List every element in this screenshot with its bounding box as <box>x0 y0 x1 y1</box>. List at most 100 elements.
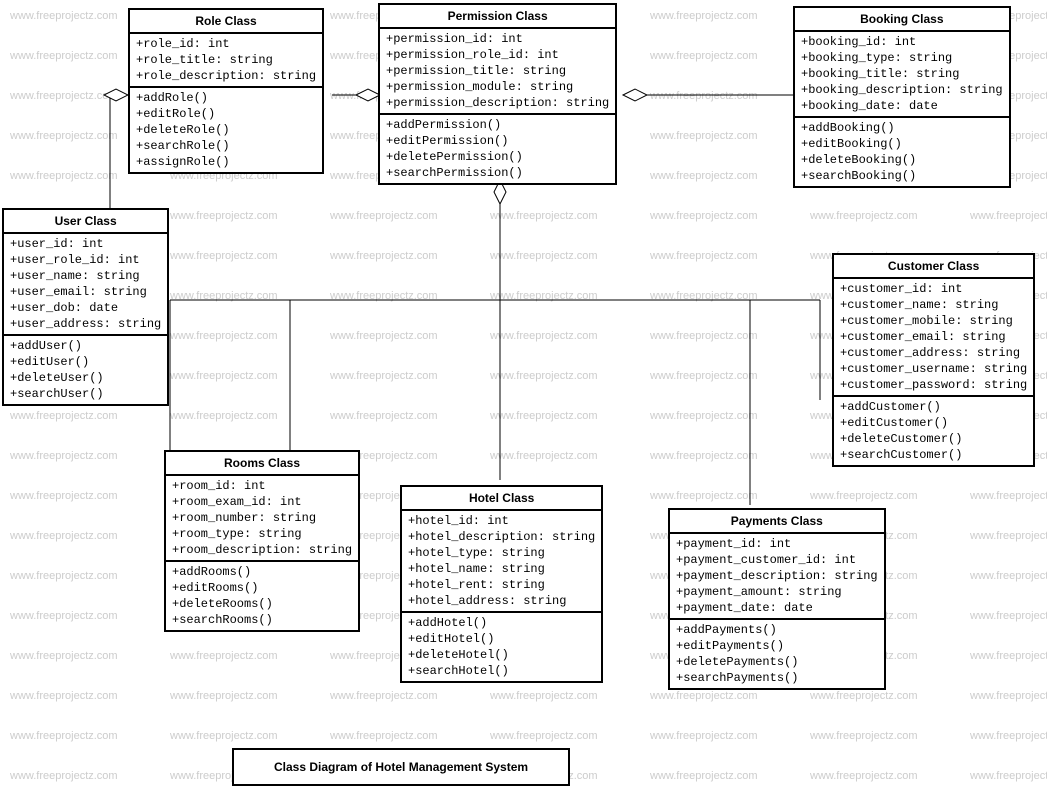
watermark: www.freeprojectz.com <box>170 650 278 662</box>
class-meths: +addPayments()+editPayments()+deletePaym… <box>670 620 884 688</box>
watermark: www.freeprojectz.com <box>10 170 118 182</box>
watermark: www.freeprojectz.com <box>490 210 598 222</box>
watermark: www.freeprojectz.com <box>170 210 278 222</box>
watermark: www.freeprojectz.com <box>10 610 118 622</box>
watermark: www.freeprojectz.com <box>970 210 1047 222</box>
watermark: www.freeprojectz.com <box>970 690 1047 702</box>
class-meths: +addHotel()+editHotel()+deleteHotel()+se… <box>402 613 601 681</box>
watermark: www.freeprojectz.com <box>10 530 118 542</box>
watermark: www.freeprojectz.com <box>10 130 118 142</box>
watermark: www.freeprojectz.com <box>170 730 278 742</box>
watermark: www.freeprojectz.com <box>970 730 1047 742</box>
watermark: www.freeprojectz.com <box>10 450 118 462</box>
watermark: www.freeprojectz.com <box>970 490 1047 502</box>
class-title: Rooms Class <box>166 452 358 476</box>
watermark: www.freeprojectz.com <box>650 90 758 102</box>
watermark: www.freeprojectz.com <box>490 730 598 742</box>
watermark: www.freeprojectz.com <box>490 410 598 422</box>
class-attrs: +user_id: int+user_role_id: int+user_nam… <box>4 234 167 336</box>
class-meths: +addCustomer()+editCustomer()+deleteCust… <box>834 397 1033 465</box>
watermark: www.freeprojectz.com <box>970 570 1047 582</box>
class-customer: Customer Class +customer_id: int+custome… <box>832 253 1035 467</box>
watermark: www.freeprojectz.com <box>10 490 118 502</box>
watermark: www.freeprojectz.com <box>650 210 758 222</box>
class-meths: +addPermission()+editPermission()+delete… <box>380 115 615 183</box>
watermark: www.freeprojectz.com <box>490 690 598 702</box>
watermark: www.freeprojectz.com <box>330 210 438 222</box>
class-title: Role Class <box>130 10 322 34</box>
watermark: www.freeprojectz.com <box>650 770 758 782</box>
watermark: www.freeprojectz.com <box>330 250 438 262</box>
watermark: www.freeprojectz.com <box>170 330 278 342</box>
watermark: www.freeprojectz.com <box>970 610 1047 622</box>
watermark: www.freeprojectz.com <box>650 10 758 22</box>
class-title: User Class <box>4 210 167 234</box>
class-title: Permission Class <box>380 5 615 29</box>
watermark: www.freeprojectz.com <box>490 290 598 302</box>
watermark: www.freeprojectz.com <box>10 650 118 662</box>
watermark: www.freeprojectz.com <box>330 370 438 382</box>
class-booking: Booking Class +booking_id: int+booking_t… <box>793 6 1011 188</box>
class-attrs: +hotel_id: int+hotel_description: string… <box>402 511 601 613</box>
class-attrs: +customer_id: int+customer_name: string+… <box>834 279 1033 397</box>
watermark: www.freeprojectz.com <box>650 690 758 702</box>
watermark: www.freeprojectz.com <box>810 490 918 502</box>
class-user: User Class +user_id: int+user_role_id: i… <box>2 208 169 406</box>
watermark: www.freeprojectz.com <box>330 410 438 422</box>
class-meths: +addBooking()+editBooking()+deleteBookin… <box>795 118 1009 186</box>
watermark: www.freeprojectz.com <box>970 770 1047 782</box>
watermark: www.freeprojectz.com <box>810 210 918 222</box>
watermark: www.freeprojectz.com <box>330 730 438 742</box>
class-title: Booking Class <box>795 8 1009 32</box>
class-attrs: +booking_id: int+booking_type: string+bo… <box>795 32 1009 118</box>
diagram-title: Class Diagram of Hotel Management System <box>232 748 570 786</box>
watermark: www.freeprojectz.com <box>490 250 598 262</box>
watermark: www.freeprojectz.com <box>10 90 118 102</box>
watermark: www.freeprojectz.com <box>10 10 118 22</box>
watermark: www.freeprojectz.com <box>650 50 758 62</box>
watermark: www.freeprojectz.com <box>10 770 118 782</box>
watermark: www.freeprojectz.com <box>810 730 918 742</box>
class-hotel: Hotel Class +hotel_id: int+hotel_descrip… <box>400 485 603 683</box>
watermark: www.freeprojectz.com <box>330 690 438 702</box>
watermark: www.freeprojectz.com <box>10 410 118 422</box>
watermark: www.freeprojectz.com <box>650 290 758 302</box>
watermark: www.freeprojectz.com <box>810 770 918 782</box>
class-meths: +addRooms()+editRooms()+deleteRooms()+se… <box>166 562 358 630</box>
watermark: www.freeprojectz.com <box>490 330 598 342</box>
watermark: www.freeprojectz.com <box>490 450 598 462</box>
class-attrs: +payment_id: int+payment_customer_id: in… <box>670 534 884 620</box>
class-role: Role Class +role_id: int+role_title: str… <box>128 8 324 174</box>
watermark: www.freeprojectz.com <box>650 250 758 262</box>
watermark: www.freeprojectz.com <box>10 570 118 582</box>
watermark: www.freeprojectz.com <box>650 170 758 182</box>
watermark: www.freeprojectz.com <box>170 290 278 302</box>
class-attrs: +permission_id: int+permission_role_id: … <box>380 29 615 115</box>
watermark: www.freeprojectz.com <box>970 650 1047 662</box>
watermark: www.freeprojectz.com <box>490 370 598 382</box>
class-payments: Payments Class +payment_id: int+payment_… <box>668 508 886 690</box>
watermark: www.freeprojectz.com <box>10 50 118 62</box>
watermark: www.freeprojectz.com <box>650 730 758 742</box>
class-attrs: +role_id: int+role_title: string+role_de… <box>130 34 322 88</box>
watermark: www.freeprojectz.com <box>970 530 1047 542</box>
watermark: www.freeprojectz.com <box>650 410 758 422</box>
class-permission: Permission Class +permission_id: int+per… <box>378 3 617 185</box>
class-title: Hotel Class <box>402 487 601 511</box>
watermark: www.freeprojectz.com <box>650 330 758 342</box>
watermark: www.freeprojectz.com <box>330 290 438 302</box>
watermark: www.freeprojectz.com <box>650 130 758 142</box>
watermark: www.freeprojectz.com <box>650 490 758 502</box>
watermark: www.freeprojectz.com <box>10 690 118 702</box>
watermark: www.freeprojectz.com <box>170 250 278 262</box>
watermark: www.freeprojectz.com <box>170 690 278 702</box>
watermark: www.freeprojectz.com <box>170 370 278 382</box>
diagram-canvas: Role Class +role_id: int+role_title: str… <box>0 0 1047 792</box>
watermark: www.freeprojectz.com <box>650 370 758 382</box>
class-rooms: Rooms Class +room_id: int+room_exam_id: … <box>164 450 360 632</box>
watermark: www.freeprojectz.com <box>810 690 918 702</box>
class-meths: +addRole()+editRole()+deleteRole()+searc… <box>130 88 322 172</box>
class-meths: +addUser()+editUser()+deleteUser()+searc… <box>4 336 167 404</box>
watermark: www.freeprojectz.com <box>170 410 278 422</box>
watermark: www.freeprojectz.com <box>650 450 758 462</box>
